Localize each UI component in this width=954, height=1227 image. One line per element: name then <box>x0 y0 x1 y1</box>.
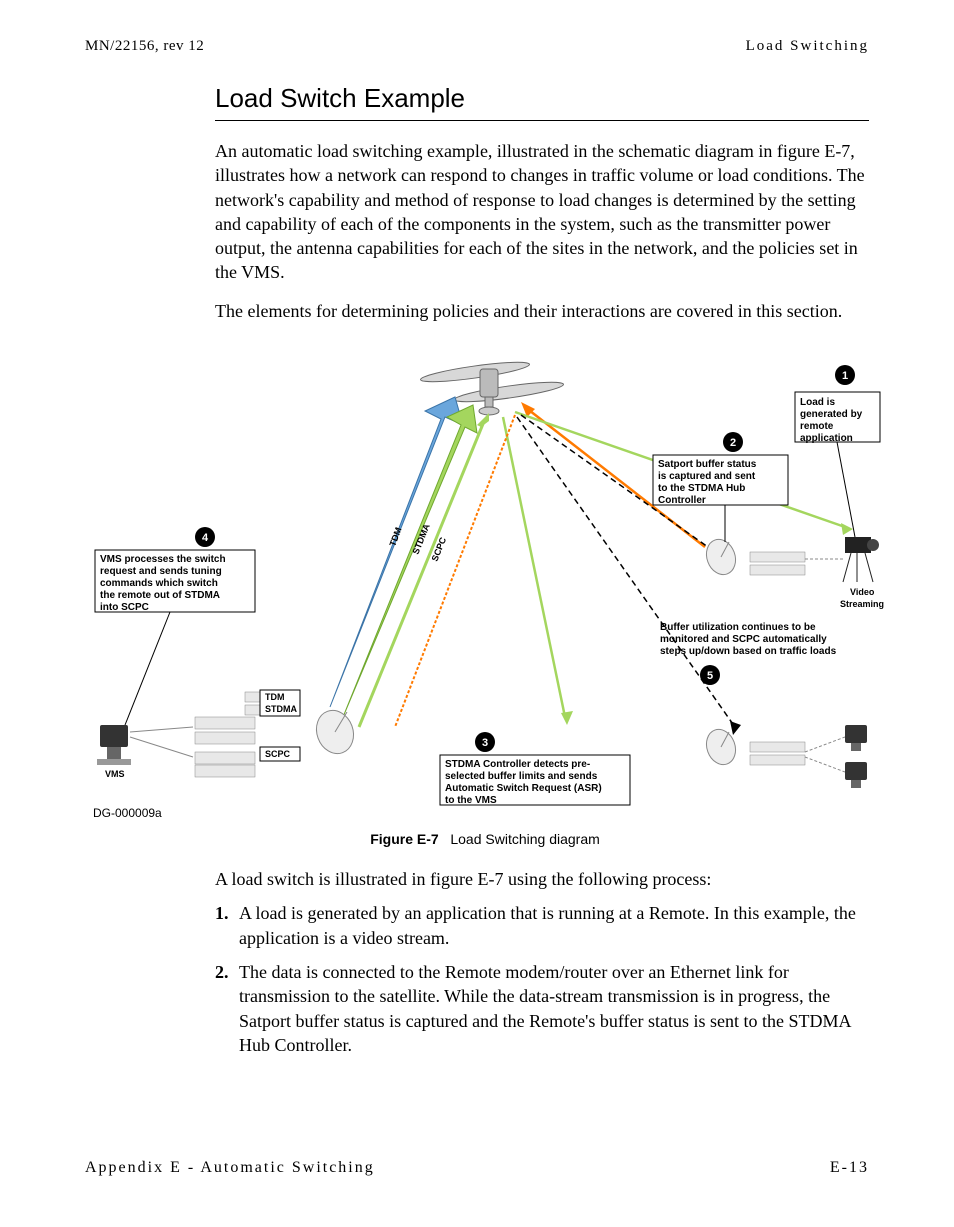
svg-text:Satport buffer status: Satport buffer status <box>658 459 757 470</box>
streaming-label: Streaming <box>840 599 884 609</box>
svg-text:request and sends tuning: request and sends tuning <box>100 566 222 577</box>
header-right: Load Switching <box>746 38 869 55</box>
svg-text:to the STDMA Hub: to the STDMA Hub <box>658 483 745 494</box>
header-left: MN/22156, rev 12 <box>85 38 204 55</box>
svg-text:remote: remote <box>800 421 834 432</box>
hub-stdma-label: STDMA <box>265 704 297 714</box>
svg-text:Load is: Load is <box>800 397 835 408</box>
item-number: 2. <box>215 960 235 1057</box>
tdm-label: TDM <box>387 526 403 548</box>
svg-text:generated by: generated by <box>800 409 863 420</box>
stdma-arrow <box>343 405 477 717</box>
callout-5: Buffer utilization continues to be monit… <box>660 622 837 685</box>
svg-text:2: 2 <box>730 437 736 449</box>
section-title: Load Switch Example <box>215 83 869 121</box>
remote-site-1: Video Streaming <box>702 535 884 609</box>
paragraph-2: The elements for determining policies an… <box>215 299 869 323</box>
video-label: Video <box>850 587 875 597</box>
main-content: Load Switch Example An automatic load sw… <box>215 83 869 1057</box>
list-item-1: 1. A load is generated by an application… <box>215 901 869 950</box>
figure-caption-label: Figure E-7 <box>370 831 438 847</box>
item-text: The data is connected to the Remote mode… <box>239 960 869 1057</box>
svg-text:1: 1 <box>842 370 848 382</box>
footer-left: Appendix E - Automatic Switching <box>85 1159 375 1177</box>
hub-site: SCPC TDM STDMA VMS <box>97 690 359 779</box>
svg-text:to the VMS: to the VMS <box>445 795 497 806</box>
figure-caption-text: Load Switching diagram <box>450 831 599 847</box>
svg-text:4: 4 <box>202 532 209 544</box>
callout-4: VMS processes the switch request and sen… <box>95 527 255 725</box>
svg-text:commands which switch: commands which switch <box>100 578 218 589</box>
hub-uplink <box>395 415 515 727</box>
svg-text:VMS processes the switch: VMS processes the switch <box>100 554 226 565</box>
svg-text:into SCPC: into SCPC <box>100 602 149 613</box>
svg-text:is captured and sent: is captured and sent <box>658 471 756 482</box>
hub-tdm-label: TDM <box>265 692 285 702</box>
callout-2: Satport buffer status is captured and se… <box>653 432 788 542</box>
page-header: MN/22156, rev 12 Load Switching <box>85 38 869 55</box>
remote-site-2 <box>702 725 867 788</box>
footer-right: E-13 <box>830 1159 869 1177</box>
list-item-2: 2. The data is connected to the Remote m… <box>215 960 869 1057</box>
svg-text:Controller: Controller <box>658 495 706 506</box>
svg-text:STDMA Controller detects pre-: STDMA Controller detects pre- <box>445 759 590 770</box>
load-switching-diagram: TDM STDMA SCPC <box>85 337 885 827</box>
paragraph-1: An automatic load switching example, ill… <box>215 139 869 285</box>
hub-scpc-label: SCPC <box>265 749 291 759</box>
svg-text:monitored and SCPC automatical: monitored and SCPC automatically <box>660 634 827 645</box>
figure-e7: TDM STDMA SCPC <box>85 337 885 847</box>
figure-id: DG-000009a <box>93 806 162 820</box>
callout-3: STDMA Controller detects pre- selected b… <box>440 732 630 806</box>
svg-text:selected buffer limits and sen: selected buffer limits and sends <box>445 771 598 782</box>
svg-text:application: application <box>800 433 853 444</box>
svg-text:steps up/down based on traffic: steps up/down based on traffic loads <box>660 646 837 657</box>
svg-text:5: 5 <box>707 670 713 682</box>
svg-text:Automatic Switch Request (ASR): Automatic Switch Request (ASR) <box>445 783 602 794</box>
sat-to-hub <box>503 417 565 717</box>
page-footer: Appendix E - Automatic Switching E-13 <box>85 1159 869 1177</box>
callout-1: Load is generated by remote application … <box>795 365 880 537</box>
svg-text:3: 3 <box>482 737 488 749</box>
stdma-label: STDMA <box>411 522 432 556</box>
vms-label: VMS <box>105 769 125 779</box>
svg-text:the remote out of STDMA: the remote out of STDMA <box>100 590 220 601</box>
list-intro: A load switch is illustrated in figure E… <box>215 867 869 891</box>
item-text: A load is generated by an application th… <box>239 901 869 950</box>
scpc-line <box>359 419 485 727</box>
svg-text:Buffer utilization continues t: Buffer utilization continues to be <box>660 622 816 633</box>
item-number: 1. <box>215 901 235 950</box>
figure-caption: Figure E-7 Load Switching diagram <box>85 831 885 847</box>
